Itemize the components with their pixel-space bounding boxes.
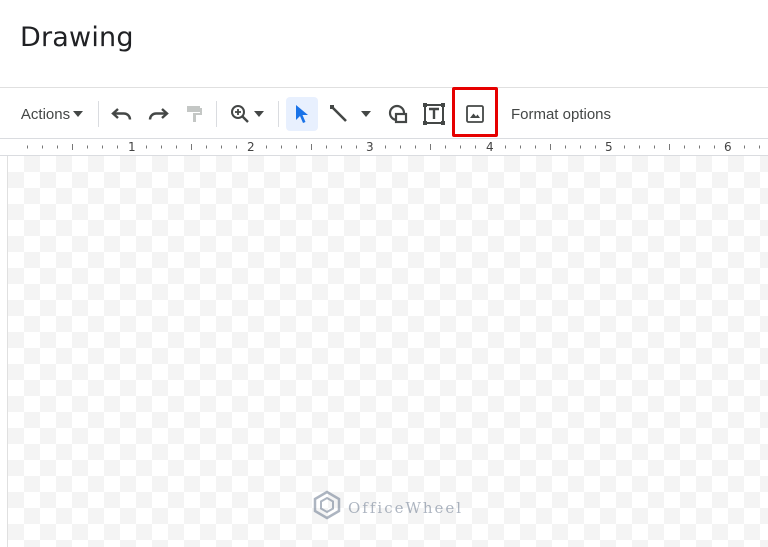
redo-button[interactable] <box>142 97 174 131</box>
zoom-icon <box>230 104 250 124</box>
redo-icon <box>147 107 169 121</box>
actions-menu-button[interactable]: Actions <box>14 97 90 131</box>
select-cursor-icon <box>295 104 309 124</box>
caret-down-icon <box>73 111 84 117</box>
actions-label: Actions <box>20 105 71 123</box>
undo-icon <box>111 107 133 121</box>
ruler-label: 3 <box>366 140 374 154</box>
shape-icon <box>387 103 409 125</box>
page-title: Drawing <box>20 22 134 53</box>
title-bar: Drawing <box>0 0 768 88</box>
horizontal-ruler: 1 2 3 4 5 6 <box>0 139 768 156</box>
caret-down-icon <box>361 111 371 117</box>
toolbar-divider <box>216 101 217 127</box>
ruler-label: 2 <box>247 140 255 154</box>
line-tool-button[interactable] <box>322 97 378 131</box>
watermark: OfficeWheel <box>312 490 463 525</box>
drawing-toolbar: Actions Format options <box>0 89 768 139</box>
office-wheel-logo-icon <box>312 490 342 525</box>
undo-button[interactable] <box>106 97 138 131</box>
ruler-ticks <box>27 144 760 150</box>
ruler-label: 6 <box>724 140 732 154</box>
select-tool-button[interactable] <box>286 97 318 131</box>
format-options-button[interactable]: Format options <box>500 97 622 131</box>
zoom-button[interactable] <box>224 97 270 131</box>
ruler-label: 1 <box>128 140 136 154</box>
text-box-icon <box>423 103 445 125</box>
ruler-label: 4 <box>486 140 494 154</box>
vertical-ruler <box>0 156 8 547</box>
watermark-text: OfficeWheel <box>348 498 464 517</box>
text-box-tool-button[interactable] <box>418 97 450 131</box>
toolbar-divider <box>98 101 99 127</box>
line-icon <box>329 104 349 124</box>
paint-format-icon <box>186 105 202 123</box>
paint-format-button[interactable] <box>178 97 210 131</box>
drawing-canvas[interactable] <box>8 156 768 547</box>
image-button-highlight <box>452 87 498 137</box>
ruler-label: 5 <box>605 140 613 154</box>
shape-tool-button[interactable] <box>382 97 414 131</box>
caret-down-icon <box>254 111 264 117</box>
toolbar-divider <box>278 101 279 127</box>
